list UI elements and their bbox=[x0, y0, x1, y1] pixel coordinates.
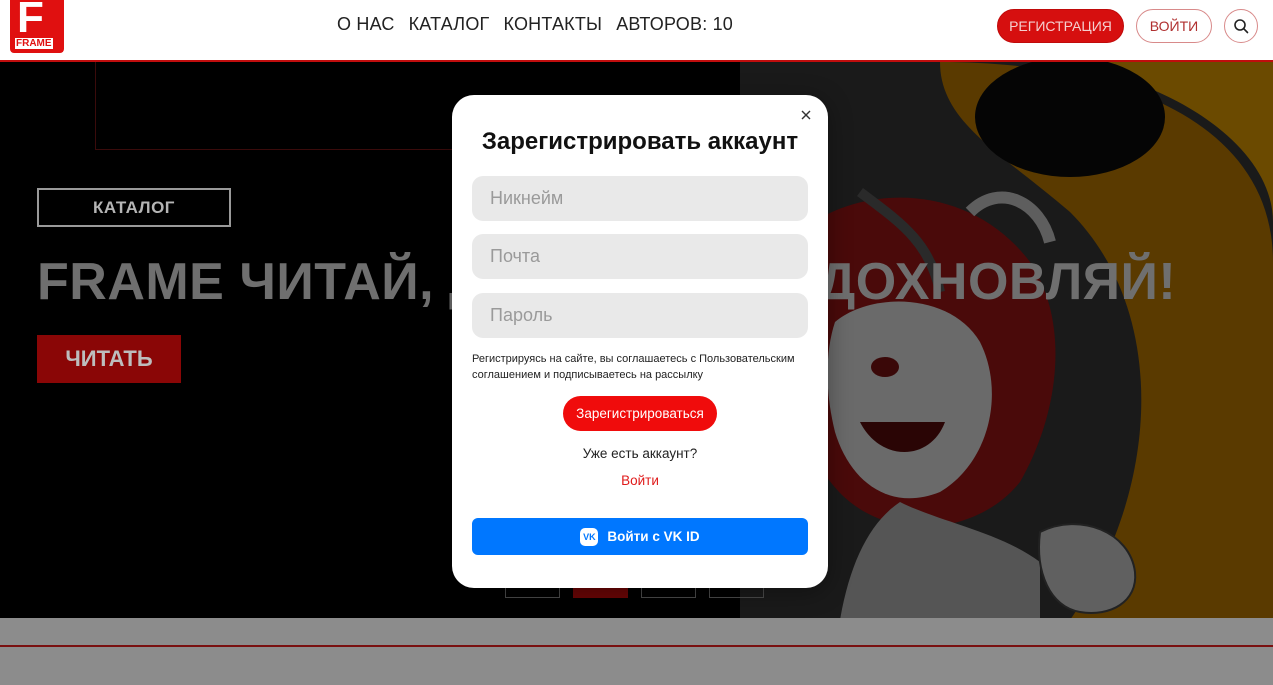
vk-login-label: Войти с VK ID bbox=[607, 529, 700, 544]
register-button[interactable]: РЕГИСТРАЦИЯ bbox=[997, 9, 1124, 43]
vk-logo-icon: VK bbox=[580, 527, 599, 546]
frame-logo[interactable]: F FRAME bbox=[10, 0, 64, 53]
vk-login-button[interactable]: VK Войти с VK ID bbox=[472, 518, 808, 555]
nav-item-catalog[interactable]: КАТАЛОГ bbox=[409, 14, 490, 35]
login-link[interactable]: Войти bbox=[452, 473, 828, 488]
login-button[interactable]: ВОЙТИ bbox=[1136, 9, 1212, 43]
main-nav: О НАС КАТАЛОГ КОНТАКТЫ АВТОРОВ: 10 bbox=[337, 14, 733, 35]
password-input[interactable] bbox=[472, 293, 808, 338]
close-icon bbox=[801, 110, 811, 120]
catalog-tag[interactable]: КАТАЛОГ bbox=[37, 188, 231, 227]
nav-item-contacts[interactable]: КОНТАКТЫ bbox=[503, 14, 602, 35]
logo-letter: F bbox=[17, 0, 44, 42]
search-icon bbox=[1234, 19, 1249, 34]
nav-item-about[interactable]: О НАС bbox=[337, 14, 395, 35]
submit-register-button[interactable]: Зарегистрироваться bbox=[563, 396, 717, 431]
registration-modal: Зарегистрировать аккаунт Регистрируясь н… bbox=[452, 95, 828, 588]
logo-text: FRAME bbox=[15, 38, 53, 49]
agreement-text: Регистрируясь на сайте, вы соглашаетесь … bbox=[472, 353, 795, 381]
search-button[interactable] bbox=[1224, 9, 1258, 43]
section-divider bbox=[0, 645, 1273, 647]
page-bottom bbox=[0, 618, 1273, 685]
nickname-input[interactable] bbox=[472, 176, 808, 221]
site-header: F FRAME О НАС КАТАЛОГ КОНТАКТЫ АВТОРОВ: … bbox=[0, 0, 1273, 60]
read-button[interactable]: ЧИТАТЬ bbox=[37, 335, 181, 383]
close-button[interactable] bbox=[798, 107, 814, 123]
email-input[interactable] bbox=[472, 234, 808, 279]
modal-title: Зарегистрировать аккаунт bbox=[481, 128, 799, 155]
have-account-text: Уже есть аккаунт? bbox=[582, 446, 698, 461]
nav-item-authors[interactable]: АВТОРОВ: 10 bbox=[616, 14, 733, 35]
